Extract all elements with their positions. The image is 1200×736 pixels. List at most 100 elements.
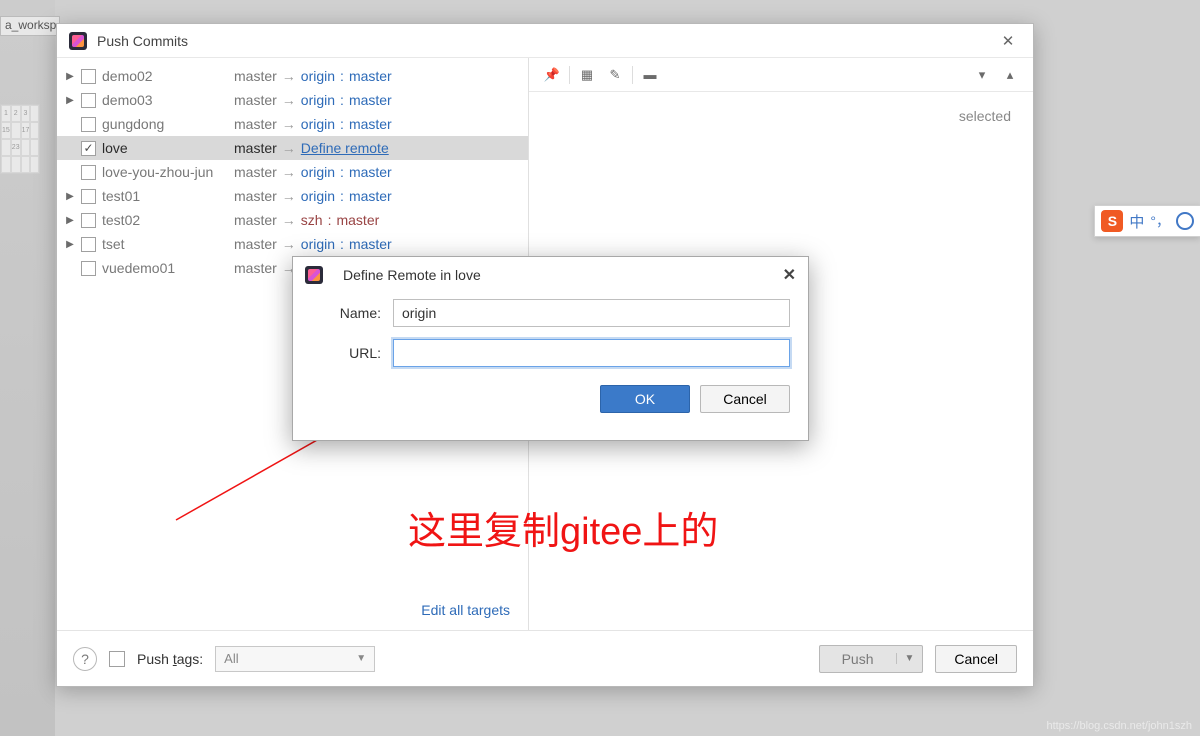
local-branch: master — [234, 236, 277, 252]
arrow-icon: → — [282, 236, 296, 252]
edit-icon[interactable]: ✎ — [604, 64, 626, 86]
push-button[interactable]: Push ▼ — [819, 645, 924, 673]
emoji-icon[interactable] — [1176, 212, 1194, 230]
url-row: URL: — [293, 333, 808, 373]
branch-info: master→origin:master — [234, 188, 392, 204]
repo-name: demo03 — [102, 92, 234, 108]
background-tab: a_worksp — [0, 16, 60, 36]
chevron-down-icon[interactable]: ▼ — [896, 653, 923, 664]
remote-branch[interactable]: master — [349, 236, 392, 252]
cancel-label: Cancel — [954, 651, 998, 667]
save-icon[interactable]: ▬ — [639, 64, 661, 86]
arrow-icon: → — [282, 92, 296, 108]
remote-branch[interactable]: master — [349, 188, 392, 204]
repo-checkbox[interactable] — [81, 141, 96, 156]
tree-arrow-icon[interactable]: ▶ — [63, 239, 77, 250]
branch-info: master→Define remote — [234, 140, 389, 156]
define-footer: OK Cancel — [293, 373, 808, 425]
repo-row[interactable]: gungdongmaster→origin:master — [57, 112, 528, 136]
local-branch: master — [234, 140, 277, 156]
push-tags-checkbox[interactable] — [109, 651, 125, 667]
repo-checkbox[interactable] — [81, 189, 96, 204]
arrow-icon: → — [282, 188, 296, 204]
local-branch: master — [234, 260, 277, 276]
local-branch: master — [234, 116, 277, 132]
name-row: Name: — [293, 293, 808, 333]
local-branch: master — [234, 164, 277, 180]
colon: : — [340, 236, 344, 252]
tree-arrow-icon[interactable]: ▶ — [63, 191, 77, 202]
remote-name[interactable]: origin — [301, 236, 335, 252]
cancel-label: Cancel — [723, 391, 767, 407]
help-icon[interactable]: ? — [73, 647, 97, 671]
push-tags-select[interactable]: All ▼ — [215, 646, 375, 672]
repo-name: test02 — [102, 212, 234, 228]
repo-checkbox[interactable] — [81, 237, 96, 252]
repo-name: test01 — [102, 188, 234, 204]
intellij-icon — [305, 266, 323, 284]
remote-name[interactable]: origin — [301, 164, 335, 180]
name-label: Name: — [311, 305, 381, 321]
repo-row[interactable]: love-you-zhou-junmaster→origin:master — [57, 160, 528, 184]
url-input[interactable] — [393, 339, 790, 367]
repo-row[interactable]: ▶test02master→szh:master — [57, 208, 528, 232]
repo-row[interactable]: ▶demo02master→origin:master — [57, 64, 528, 88]
arrow-icon: → — [282, 116, 296, 132]
pin-icon[interactable]: 📌 — [541, 64, 563, 86]
collapse-icon[interactable]: ▾ — [971, 64, 993, 86]
ime-toolbar[interactable]: S 中 °， — [1094, 205, 1200, 237]
local-branch: master — [234, 212, 277, 228]
repo-checkbox[interactable] — [81, 93, 96, 108]
remote-branch[interactable]: master — [349, 164, 392, 180]
branch-info: master→szh:master — [234, 212, 379, 228]
edit-all-targets-link[interactable]: Edit all targets — [421, 602, 510, 618]
branch-info: master→ — [234, 260, 296, 276]
local-branch: master — [234, 92, 277, 108]
repo-name: tset — [102, 236, 234, 252]
sogou-icon[interactable]: S — [1101, 210, 1123, 232]
repo-row[interactable]: lovemaster→Define remote — [57, 136, 528, 160]
tree-arrow-icon[interactable]: ▶ — [63, 95, 77, 106]
close-icon[interactable]: ✕ — [995, 28, 1021, 54]
separator — [632, 66, 633, 84]
chevron-down-icon: ▼ — [356, 653, 366, 664]
arrow-icon: → — [282, 164, 296, 180]
remote-name[interactable]: origin — [301, 116, 335, 132]
repo-checkbox[interactable] — [81, 213, 96, 228]
cancel-button[interactable]: Cancel — [700, 385, 790, 413]
tree-arrow-icon[interactable]: ▶ — [63, 215, 77, 226]
ok-button[interactable]: OK — [600, 385, 690, 413]
remote-branch[interactable]: master — [349, 92, 392, 108]
repo-row[interactable]: ▶test01master→origin:master — [57, 184, 528, 208]
remote-name[interactable]: origin — [301, 92, 335, 108]
ime-lang[interactable]: 中 — [1129, 211, 1144, 232]
push-button-label: Push — [820, 651, 896, 667]
repo-checkbox[interactable] — [81, 69, 96, 84]
ime-punct[interactable]: °， — [1150, 211, 1170, 231]
repo-row[interactable]: ▶demo03master→origin:master — [57, 88, 528, 112]
expand-icon[interactable]: ▴ — [999, 64, 1021, 86]
name-input[interactable] — [393, 299, 790, 327]
repo-checkbox[interactable] — [81, 165, 96, 180]
remote-name[interactable]: origin — [301, 188, 335, 204]
cancel-button[interactable]: Cancel — [935, 645, 1017, 673]
repo-row[interactable]: ▶tsetmaster→origin:master — [57, 232, 528, 256]
remote-branch[interactable]: master — [336, 212, 379, 228]
define-remote-link[interactable]: Define remote — [301, 140, 389, 156]
tree-arrow-icon[interactable]: ▶ — [63, 71, 77, 82]
close-icon[interactable]: ✕ — [783, 265, 796, 285]
branch-info: master→origin:master — [234, 164, 392, 180]
dialog-title: Push Commits — [97, 33, 188, 49]
repo-checkbox[interactable] — [81, 261, 96, 276]
repo-checkbox[interactable] — [81, 117, 96, 132]
grid-icon[interactable]: ▦ — [576, 64, 598, 86]
define-title-bar: Define Remote in love ✕ — [293, 257, 808, 293]
colon: : — [340, 68, 344, 84]
ok-label: OK — [635, 391, 655, 407]
remote-branch[interactable]: master — [349, 68, 392, 84]
remote-name[interactable]: szh — [301, 212, 323, 228]
remote-branch[interactable]: master — [349, 116, 392, 132]
arrow-icon: → — [282, 212, 296, 228]
branch-info: master→origin:master — [234, 68, 392, 84]
remote-name[interactable]: origin — [301, 68, 335, 84]
